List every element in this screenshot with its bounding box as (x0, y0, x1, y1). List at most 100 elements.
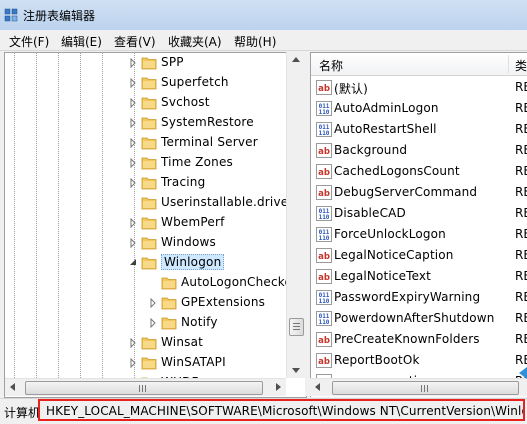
value-row[interactable]: 011110AutoAdminLogon RE (311, 98, 527, 119)
tree-item[interactable]: GPExtensions (5, 293, 305, 313)
value-name: DebugServerCommand (334, 185, 478, 199)
menu-edit[interactable]: 编辑(E) (61, 33, 102, 50)
expand-arrow-icon[interactable] (129, 98, 137, 108)
value-row[interactable]: ab Background RE (311, 140, 527, 161)
binary-value-icon: 011110 (316, 227, 332, 242)
value-name: ReportBootOk (334, 353, 420, 367)
value-row[interactable]: ab LegalNoticeCaption RE (311, 245, 527, 266)
value-name: PreCreateKnownFolders (334, 332, 480, 346)
expand-arrow-icon[interactable] (129, 218, 137, 228)
tree-item-label: Notify (181, 315, 218, 329)
tree-item[interactable]: Terminal Server (5, 133, 305, 153)
binary-value-icon: 011110 (316, 122, 332, 137)
expand-arrow-icon[interactable] (149, 298, 157, 308)
value-row[interactable]: ab CachedLogonsCount RE (311, 161, 527, 182)
value-row[interactable]: 011110AutoRestartShell RE (311, 119, 527, 140)
svg-text:110: 110 (319, 109, 330, 116)
tree-item[interactable]: SPP (5, 53, 305, 73)
tree-vertical-scrollbar[interactable] (286, 52, 305, 378)
tree-item-label: AutoLogonChecke (181, 275, 293, 289)
tree-item[interactable]: Winsat (5, 333, 305, 353)
list-horizontal-scrollbar[interactable] (310, 378, 527, 396)
registry-value-list[interactable]: 名称 类 ab(默认)RE011110AutoAdminLogonRE01111… (310, 52, 527, 397)
expand-arrow-icon[interactable] (129, 118, 137, 128)
tree-item[interactable]: WbemPerf (5, 213, 305, 233)
value-type: RE (515, 248, 527, 262)
expand-arrow-icon[interactable] (129, 178, 137, 188)
scroll-right-arrow-icon[interactable] (276, 383, 281, 391)
tree-item[interactable]: Userinstallable.drivers (5, 193, 305, 213)
column-header-name[interactable]: 名称 (319, 57, 343, 74)
folder-icon (161, 297, 177, 310)
tree-item[interactable]: WinSATAPI (5, 353, 305, 373)
string-value-icon: ab (316, 269, 332, 284)
folder-icon (141, 357, 157, 370)
scroll-down-arrow-icon[interactable] (292, 368, 300, 373)
window-title: 注册表编辑器 (23, 9, 96, 23)
binary-value-icon: 011110 (316, 311, 332, 326)
tree-item[interactable]: Windows (5, 233, 305, 253)
value-row[interactable]: 011110PowerdownAfterShutdown RE (311, 308, 527, 329)
tree-item-label: Windows (161, 235, 216, 249)
menu-view[interactable]: 查看(V) (114, 33, 156, 50)
scroll-thumb[interactable] (289, 318, 304, 336)
registry-key-tree[interactable]: SPP Superfetch Svchost SystemRestore Termina… (4, 52, 307, 398)
expand-arrow-icon[interactable] (129, 158, 137, 168)
tree-item-label: WbemPerf (161, 215, 225, 229)
tree-item[interactable]: AutoLogonChecke (5, 273, 305, 293)
folder-icon (161, 277, 177, 290)
tree-item[interactable]: Svchost (5, 93, 305, 113)
open-folder-icon (141, 257, 157, 270)
string-value-icon: ab (316, 143, 332, 158)
value-name: PowerdownAfterShutdown (334, 311, 495, 325)
svg-text:ab: ab (318, 168, 330, 178)
folder-icon (161, 317, 177, 330)
value-type: RE (515, 269, 527, 283)
scroll-thumb[interactable] (332, 381, 519, 395)
value-row[interactable]: ab (默认) RE (311, 77, 527, 98)
value-name: Background (334, 143, 408, 157)
value-row[interactable]: 011110PasswordExpiryWarning RE (311, 287, 527, 308)
tree-item-label: Svchost (161, 95, 210, 109)
tree-item[interactable]: Time Zones (5, 153, 305, 173)
tree-horizontal-scrollbar[interactable] (5, 378, 286, 396)
expand-arrow-icon[interactable] (129, 58, 137, 68)
tree-item[interactable]: Tracing (5, 173, 305, 193)
svg-text:110: 110 (319, 235, 330, 242)
scroll-thumb[interactable] (25, 381, 263, 395)
folder-icon (141, 57, 157, 70)
menu-bar: 文件(F) 编辑(E) 查看(V) 收藏夹(A) 帮助(H) (0, 30, 527, 51)
tree-item[interactable]: Superfetch (5, 73, 305, 93)
scroll-left-arrow-icon[interactable] (10, 383, 15, 391)
tree-item[interactable]: SystemRestore (5, 113, 305, 133)
string-value-icon: ab (316, 332, 332, 347)
value-name: AutoRestartShell (334, 122, 437, 136)
regedit-app-icon[interactable] (4, 8, 18, 22)
expand-arrow-icon[interactable] (129, 238, 137, 248)
value-row[interactable]: ab DebugServerCommand RE (311, 182, 527, 203)
value-name: (默认) (334, 82, 368, 96)
column-divider[interactable] (508, 55, 509, 73)
value-type: RE (515, 101, 527, 115)
value-type: RE (515, 122, 527, 136)
scroll-left-arrow-icon[interactable] (315, 383, 320, 391)
expand-arrow-icon[interactable] (129, 78, 137, 88)
value-row[interactable]: ab PreCreateKnownFolders RE (311, 329, 527, 350)
expand-arrow-icon[interactable] (129, 138, 137, 148)
tree-item[interactable]: Notify (5, 313, 305, 333)
expand-arrow-icon[interactable] (149, 318, 157, 328)
value-row[interactable]: ab ReportBootOk RE (311, 350, 527, 371)
collapse-arrow-icon[interactable] (129, 258, 137, 268)
expand-arrow-icon[interactable] (129, 338, 137, 348)
scroll-up-arrow-icon[interactable] (292, 57, 300, 62)
column-header-type[interactable]: 类 (515, 57, 527, 74)
tree-item[interactable]: Winlogon (5, 253, 305, 273)
menu-favorites[interactable]: 收藏夹(A) (168, 33, 222, 50)
title-bar: 注册表编辑器 (0, 0, 527, 30)
expand-arrow-icon[interactable] (129, 358, 137, 368)
value-row[interactable]: ab LegalNoticeText RE (311, 266, 527, 287)
menu-file[interactable]: 文件(F) (9, 33, 49, 50)
value-row[interactable]: 011110DisableCAD RE (311, 203, 527, 224)
value-row[interactable]: 011110ForceUnlockLogon RE (311, 224, 527, 245)
menu-help[interactable]: 帮助(H) (234, 33, 276, 50)
